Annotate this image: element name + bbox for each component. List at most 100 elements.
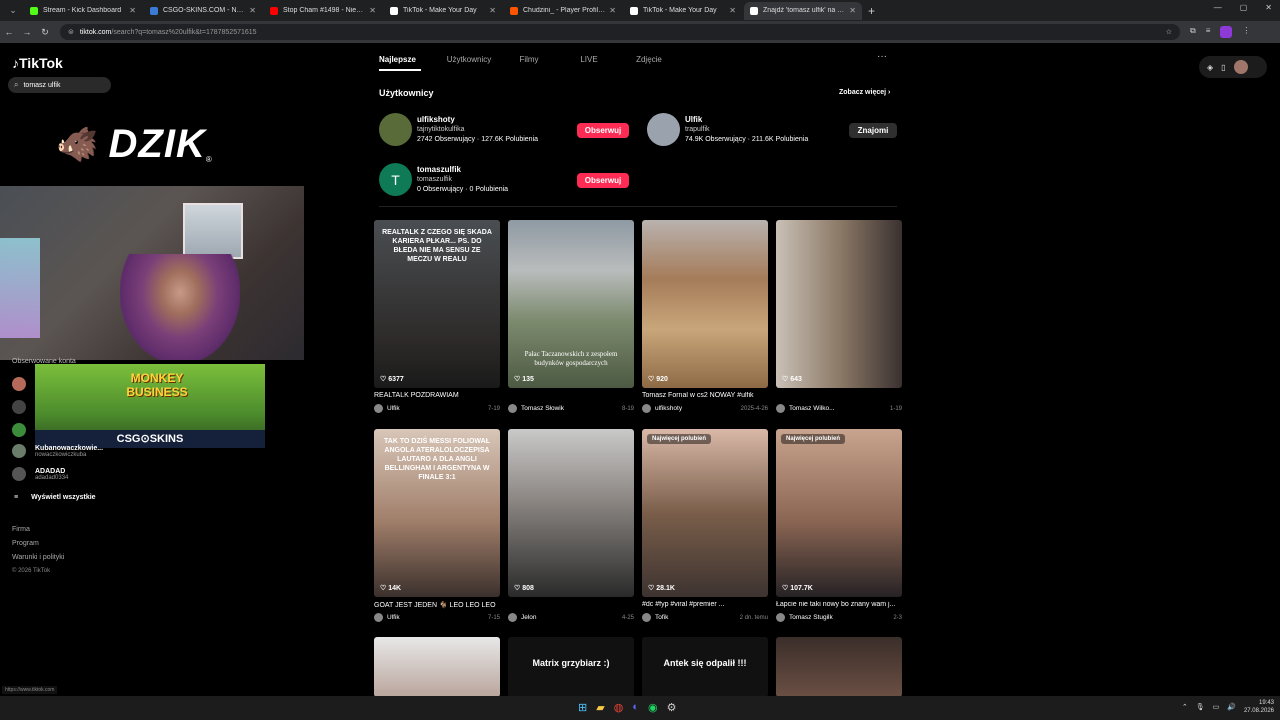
author-name[interactable]: Tomasz Wilko... [789, 405, 890, 412]
author-avatar[interactable] [374, 404, 383, 413]
close-window-icon[interactable]: ✕ [1265, 3, 1272, 12]
video-thumbnail[interactable]: Najwięcej polubień ♡ 28.1K [642, 429, 768, 597]
tab-close-icon[interactable]: ✕ [489, 6, 496, 15]
user-result-2[interactable]: Ulfik trapulfik 74.9K Obserwujący · 211.6K… [647, 113, 808, 146]
video-thumbnail[interactable] [374, 637, 500, 696]
video-card[interactable]: Matrix grzybiarz :) [508, 637, 634, 696]
tab-top[interactable]: Najlepsze [379, 55, 421, 71]
user-result-3[interactable]: T tomaszulfik tomaszulfik 0 Obserwujący · … [379, 163, 508, 196]
browser-tab[interactable]: Stream - Kick Dashboard ✕ [24, 2, 142, 20]
tab-search-icon[interactable]: ⌄ [4, 4, 22, 18]
video-thumbnail[interactable]: TAK TO DZIŚ MESSI FOLIOWAŁ ANGOLA ATERAL… [374, 429, 500, 597]
new-tab-button[interactable]: + [868, 4, 875, 18]
media-icon[interactable]: ≡ [1206, 26, 1211, 38]
video-title[interactable]: Tomasz Fornal w cs2 NOWAY #ulfik [642, 392, 768, 402]
browser-tab[interactable]: Znajdź 'tomasz ulfik' na Tik ✕ [744, 1, 862, 20]
forward-icon[interactable]: → [18, 27, 36, 37]
video-card[interactable] [374, 637, 500, 696]
avatar[interactable] [12, 377, 26, 391]
video-thumbnail[interactable]: ♡ 808 [508, 429, 634, 597]
author-name[interactable]: Ulfik [387, 405, 488, 412]
video-thumbnail[interactable]: ♡ 643 [776, 220, 902, 388]
footer-link-company[interactable]: Firma [12, 526, 64, 533]
site-info-icon[interactable]: ⊜ [68, 28, 74, 36]
video-card[interactable]: Antek się odpalił !!! [642, 637, 768, 696]
see-more-link[interactable]: Zobacz więcej › [839, 89, 890, 96]
video-card[interactable]: Pałac Taczanowskich z zespołem budynków … [508, 220, 634, 413]
tab-photos[interactable]: Zdjęcie [619, 55, 679, 71]
chrome-icon[interactable]: ◍ [614, 701, 624, 714]
video-card[interactable]: Najwięcej polubień ♡ 107.7K Łapcie nie tak… [776, 429, 902, 622]
back-icon[interactable]: ← [0, 27, 18, 37]
author-avatar[interactable] [642, 613, 651, 622]
author-avatar[interactable] [776, 613, 785, 622]
video-thumbnail[interactable]: ♡ 920 [642, 220, 768, 388]
spotify-icon[interactable]: ◉ [648, 701, 658, 714]
video-title[interactable]: GOAT JEST JEDEN 🐐 LEO LEO LEO [374, 601, 500, 611]
avatar[interactable] [12, 400, 26, 414]
author-name[interactable]: ulfikshoty [655, 405, 741, 412]
network-icon[interactable]: ▭ [1213, 703, 1220, 711]
user-result-1[interactable]: ulfikshoty tajnytiktokulfika 2742 Obserwuj… [379, 113, 538, 146]
volume-icon[interactable]: 🔊 [1227, 703, 1236, 711]
video-title[interactable]: Łapcie nie taki nowy bo znany wam j... [776, 601, 902, 611]
explorer-icon[interactable]: ▰ [596, 701, 604, 714]
author-name[interactable]: Jelon [521, 614, 622, 621]
tray-chevron-icon[interactable]: ⌃ [1182, 703, 1188, 711]
video-card[interactable]: TAK TO DZIŚ MESSI FOLIOWAŁ ANGOLA ATERAL… [374, 429, 500, 622]
video-thumbnail[interactable]: REALTALK Z CZEGO SIĘ SKADA KARIERA PŁKAR… [374, 220, 500, 388]
footer-link-program[interactable]: Program [12, 540, 64, 547]
tab-users[interactable]: Użytkownicy [439, 55, 499, 71]
extensions-icon[interactable]: ⧉ [1190, 26, 1196, 38]
video-title[interactable]: REALTALK POZDRAWIAM [374, 392, 500, 402]
author-avatar[interactable] [508, 404, 517, 413]
follow-button[interactable]: Obserwuj [577, 173, 629, 188]
tiktok-logo[interactable]: ♪TikTok [12, 55, 63, 71]
friends-button[interactable]: Znajomi [849, 123, 897, 138]
video-card[interactable]: REALTALK Z CZEGO SIĘ SKADA KARIERA PŁKAR… [374, 220, 500, 413]
discord-icon[interactable]: ◐ [632, 701, 639, 714]
tab-close-icon[interactable]: ✕ [369, 6, 376, 15]
tab-close-icon[interactable]: ✕ [609, 6, 616, 15]
show-all-button[interactable]: ≡ Wyświetl wszystkie [14, 494, 96, 501]
video-title[interactable] [508, 392, 634, 402]
address-bar[interactable]: ⊜ tiktok.com/search?q=tomasz%20ulfik&t=1… [60, 24, 1180, 40]
menu-icon[interactable]: ⋮ [1242, 26, 1250, 38]
mic-icon[interactable]: 🎙 [1196, 703, 1205, 711]
video-title[interactable] [508, 601, 634, 611]
author-name[interactable]: Ulfik [387, 614, 488, 621]
follow-button[interactable]: Obserwuj [577, 123, 629, 138]
video-thumbnail[interactable]: Pałac Taczanowskich z zespołem budynków … [508, 220, 634, 388]
author-avatar[interactable] [642, 404, 651, 413]
minimize-icon[interactable]: — [1214, 3, 1222, 12]
tab-live[interactable]: LIVE [559, 55, 619, 71]
bookmark-star-icon[interactable]: ☆ [1166, 28, 1172, 36]
reload-icon[interactable]: ↻ [36, 27, 54, 38]
maximize-icon[interactable]: ▢ [1240, 3, 1248, 12]
browser-tab[interactable]: TikTok - Make Your Day ✕ [624, 2, 742, 20]
video-card[interactable]: Najwięcej polubień ♡ 28.1K #dc #fyp #viral… [642, 429, 768, 622]
steam-icon[interactable]: ⚙ [667, 701, 677, 714]
video-card[interactable] [776, 637, 902, 696]
user-avatar[interactable] [1233, 60, 1248, 74]
avatar[interactable] [12, 423, 26, 437]
tab-videos[interactable]: Filmy [499, 55, 559, 71]
video-thumbnail[interactable]: Matrix grzybiarz :) [508, 637, 634, 696]
video-card[interactable]: ♡ 643 Tomasz Wilko... 1-19 [776, 220, 902, 413]
video-title[interactable]: #dc #fyp #viral #premier ... [642, 601, 768, 611]
tab-close-icon[interactable]: ✕ [249, 6, 256, 15]
video-card[interactable]: ♡ 808 Jelon 4-25 [508, 429, 634, 622]
author-avatar[interactable] [508, 613, 517, 622]
video-card[interactable]: ♡ 920 Tomasz Fornal w cs2 NOWAY #ulfik ulf… [642, 220, 768, 413]
followed-account-1[interactable]: Kubanowaczkowie... nowaczkowiczkuba [12, 444, 103, 458]
tab-close-icon[interactable]: ✕ [729, 6, 736, 15]
author-avatar[interactable] [374, 613, 383, 622]
browser-tab[interactable]: Chudzini_ - Player Profile - FAC ✕ [504, 2, 622, 20]
tab-close-icon[interactable]: ✕ [849, 6, 856, 15]
more-options-icon[interactable]: ··· [877, 51, 887, 62]
author-avatar[interactable] [776, 404, 785, 413]
search-input[interactable]: ⌕ tomasz ulfik [8, 77, 111, 93]
followed-account-2[interactable]: ADADAD adadad0334 [12, 467, 68, 481]
video-title[interactable] [776, 392, 902, 402]
start-icon[interactable]: ⊞ [578, 701, 587, 714]
